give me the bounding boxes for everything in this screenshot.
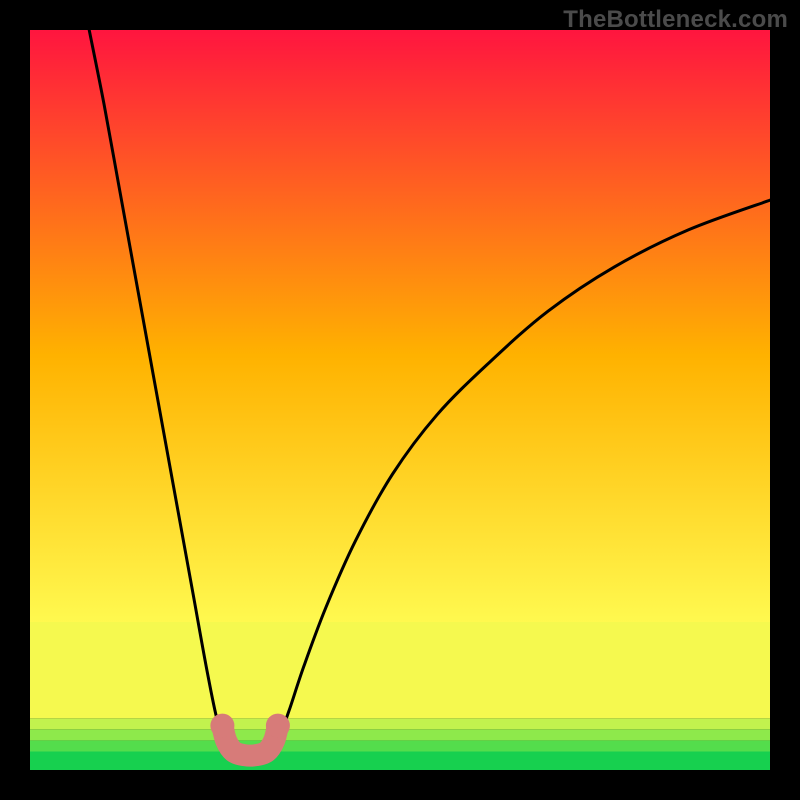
plot-area <box>30 30 770 770</box>
chart-container: TheBottleneck.com <box>0 0 800 800</box>
bottleneck-chart <box>30 30 770 770</box>
optimal-marker-endcap <box>266 714 290 738</box>
optimal-marker-endcap <box>210 714 234 738</box>
background-bands <box>30 30 770 770</box>
